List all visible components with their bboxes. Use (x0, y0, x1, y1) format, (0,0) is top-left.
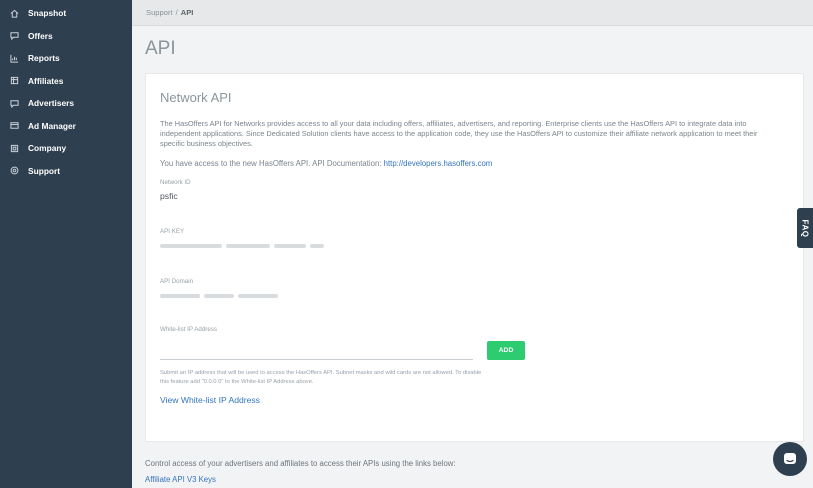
network-api-heading: Network API (160, 90, 232, 105)
sidebar-item-label: Offers (28, 30, 53, 41)
breadcrumb-separator: / (175, 8, 178, 17)
sidebar-item-affiliates[interactable]: Affiliates (0, 70, 132, 93)
api-key-label: API KEY (160, 227, 185, 235)
company-icon (10, 144, 22, 153)
api-access-label: You have access to the new HasOffers API… (160, 158, 382, 168)
affiliate-api-keys-link[interactable]: Affiliate API V3 Keys (145, 475, 216, 484)
control-access-text: Control access of your advertisers and a… (145, 459, 456, 468)
faq-tab[interactable]: FAQ (797, 208, 813, 248)
api-domain-label: API Domain (160, 277, 194, 285)
advertisers-icon (10, 99, 22, 108)
sidebar-item-reports[interactable]: Reports (0, 47, 132, 70)
sidebar-item-label: Ad Manager (28, 120, 76, 131)
breadcrumb: Support / API (132, 0, 813, 26)
sidebar-item-label: Advertisers (28, 98, 75, 109)
api-documentation-link[interactable]: http://developers.hasoffers.com (384, 159, 493, 168)
breadcrumb-parent[interactable]: Support (146, 8, 173, 17)
home-icon (10, 9, 22, 18)
page-title: API (145, 38, 176, 59)
sidebar-item-advertisers[interactable]: Advertisers (0, 92, 132, 115)
network-api-description: The HasOffers API for Networks provides … (160, 119, 758, 149)
api-key-value-redacted (160, 241, 789, 251)
sidebar: Snapshot Offers Reports Affiliates Adver… (0, 0, 132, 488)
view-whitelist-link[interactable]: View White-list IP Address (160, 395, 260, 405)
affiliates-icon (10, 76, 22, 85)
api-access-text: You have access to the new HasOffers API… (160, 159, 789, 168)
network-id-label: Network ID (160, 178, 191, 186)
sidebar-item-support[interactable]: Support (0, 160, 132, 183)
sidebar-item-label: Reports (28, 53, 60, 64)
reports-icon (10, 54, 22, 63)
sidebar-item-label: Snapshot (28, 8, 67, 19)
whitelist-label: White-list IP Address (160, 325, 217, 333)
network-api-card: Network API The HasOffers API for Networ… (145, 73, 804, 442)
chat-icon (784, 453, 796, 464)
whitelist-hint: Submit an IP address that will be used t… (160, 369, 482, 386)
sidebar-item-label: Company (28, 143, 67, 154)
offers-icon (10, 31, 22, 41)
faq-label: FAQ (800, 219, 810, 237)
breadcrumb-current: API (180, 8, 194, 17)
sidebar-item-offers[interactable]: Offers (0, 25, 132, 48)
chat-button[interactable] (773, 442, 807, 476)
ad-manager-icon (10, 121, 22, 130)
sidebar-item-label: Support (28, 165, 61, 176)
whitelist-row: ADD (160, 339, 789, 360)
network-id-value: psfic (160, 190, 178, 201)
whitelist-ip-input[interactable] (160, 339, 473, 360)
api-domain-value-redacted (160, 291, 789, 301)
sidebar-item-company[interactable]: Company (0, 137, 132, 160)
sidebar-item-snapshot[interactable]: Snapshot (0, 2, 132, 25)
add-ip-button[interactable]: ADD (487, 340, 525, 360)
support-icon (10, 166, 22, 175)
sidebar-item-ad-manager[interactable]: Ad Manager (0, 115, 132, 138)
sidebar-item-label: Affiliates (28, 75, 64, 86)
